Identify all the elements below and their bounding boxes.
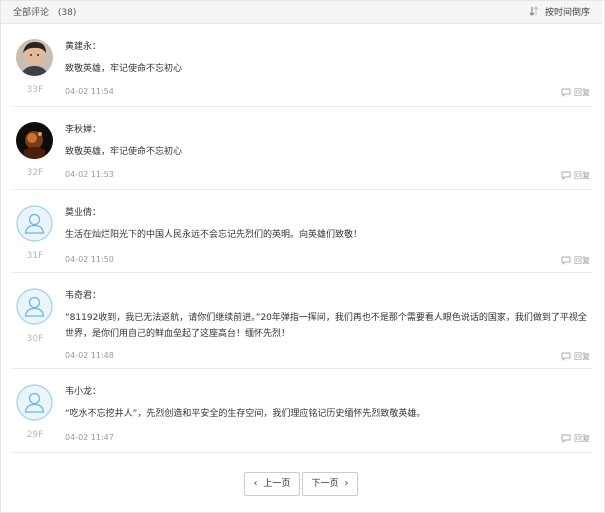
floor-number: 33F — [26, 85, 44, 95]
divider — [12, 272, 592, 273]
next-page-button[interactable]: 下一页 › — [302, 472, 358, 496]
comment-text: “吃水不忘挖井人”，先烈创造和平安全的生存空间，我们理应铭记历史缅怀先烈致敬英雄… — [65, 409, 426, 419]
comment-time: 04-02 11:48 — [65, 351, 114, 360]
comment-time: 04-02 11:53 — [65, 170, 114, 179]
reply-icon — [561, 171, 571, 181]
reply-label: 回复 — [574, 88, 590, 97]
divider — [12, 368, 592, 369]
reply-button[interactable]: 回复 — [561, 255, 590, 266]
floor-number: 32F — [26, 168, 44, 178]
floor-number: 29F — [26, 430, 44, 440]
reply-icon — [561, 256, 571, 266]
floor-number: 30F — [26, 334, 44, 344]
reply-button[interactable]: 回复 — [561, 87, 590, 98]
reply-label: 回复 — [574, 171, 590, 180]
divider — [12, 106, 592, 107]
reply-label: 回复 — [574, 256, 590, 265]
reply-label: 回复 — [574, 434, 590, 443]
sort-icon — [529, 6, 539, 16]
reply-icon — [561, 88, 571, 98]
commenter-name: 黄建永： — [65, 42, 102, 52]
prev-page-button[interactable]: ‹ 上一页 — [244, 472, 300, 496]
commenter-name: 韦奇君： — [65, 291, 102, 301]
reply-label: 回复 — [574, 352, 590, 361]
reply-button[interactable]: 回复 — [561, 170, 590, 181]
next-page-label: 下一页 — [311, 479, 339, 489]
avatar[interactable] — [16, 39, 53, 76]
floor-number: 31F — [26, 251, 44, 261]
comments-header: 全部评论 (38) 按时间倒序 — [1, 1, 602, 24]
comment-text: “81192收到，我已无法返航，请你们继续前进。”20年弹指一挥间，我们再也不是… — [65, 313, 587, 339]
reply-button[interactable]: 回复 — [561, 351, 590, 362]
chevron-left-icon: ‹ — [253, 478, 258, 489]
default-user-avatar[interactable] — [16, 205, 53, 242]
commenter-name: 莫业倩： — [65, 208, 102, 218]
default-user-avatar[interactable] — [16, 288, 53, 325]
divider — [12, 189, 592, 190]
comment-time: 04-02 11:50 — [65, 255, 114, 264]
chevron-right-icon: › — [344, 478, 349, 489]
commenter-name: 韦小龙： — [65, 387, 102, 397]
comment-text: 致敬英雄，牢记使命不忘初心 — [65, 64, 183, 74]
prev-page-label: 上一页 — [263, 479, 291, 489]
comments-title: 全部评论 (38) — [13, 5, 76, 18]
comments-count: (38) — [57, 8, 77, 18]
reply-icon — [561, 352, 571, 362]
commenter-name: 李秋婵： — [65, 125, 102, 135]
comments-title-label: 全部评论 — [13, 8, 50, 18]
comment-time: 04-02 11:54 — [65, 87, 114, 96]
sort-label: 按时间倒序 — [544, 8, 590, 18]
default-user-avatar[interactable] — [16, 384, 53, 421]
comment-text: 致敬英雄，牢记使命不忘初心 — [65, 147, 183, 157]
avatar[interactable] — [16, 122, 53, 159]
sort-toggle[interactable]: 按时间倒序 — [529, 5, 590, 18]
comment-text: 生活在灿烂阳光下的中国人民永远不会忘记先烈们的英明。向英雄们致敬！ — [65, 230, 363, 240]
reply-button[interactable]: 回复 — [561, 433, 590, 444]
reply-icon — [561, 434, 571, 444]
comment-time: 04-02 11:47 — [65, 433, 114, 442]
divider — [12, 452, 592, 453]
